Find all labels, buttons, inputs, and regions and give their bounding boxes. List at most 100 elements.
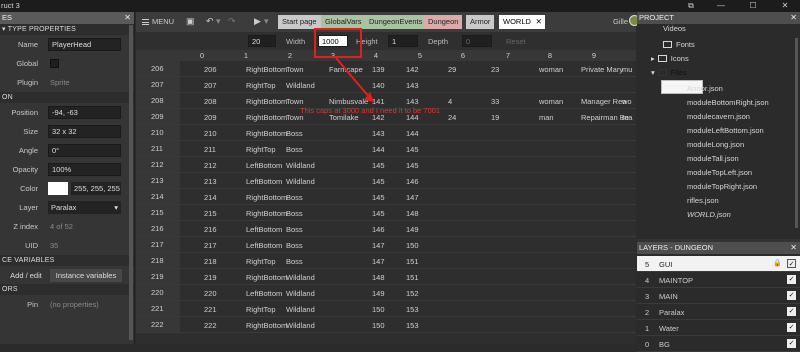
position-field[interactable]: -94, -63 — [48, 106, 121, 119]
table-cell[interactable]: Wildland — [286, 273, 315, 282]
table-cell[interactable]: Wildland — [286, 321, 315, 330]
scrollbar[interactable] — [795, 38, 798, 228]
expand-arrow-icon[interactable]: ▸ — [651, 54, 655, 63]
tree-item-file[interactable]: rifles.json — [687, 194, 719, 208]
table-cell[interactable]: 4 — [448, 97, 452, 106]
table-cell[interactable]: Manager Rea — [581, 97, 626, 106]
table-cell[interactable]: RightBottom — [246, 273, 287, 282]
table-cell[interactable]: Boss — [286, 145, 303, 154]
table-cell[interactable]: 141 — [372, 97, 385, 106]
layer-visible-checkbox[interactable]: ✓ — [787, 291, 796, 300]
undo-dropdown-icon[interactable]: ▾ — [216, 16, 221, 27]
table-cell[interactable]: 150 — [406, 241, 419, 250]
table-cell[interactable]: Boss — [286, 241, 303, 250]
table-cell[interactable]: 153 — [406, 305, 419, 314]
color-field[interactable]: 255, 255, 255 — [71, 182, 121, 195]
tree-item-icons[interactable]: ▸ Icons — [651, 52, 689, 66]
table-cell[interactable]: Town — [286, 65, 304, 74]
restore-panels-icon[interactable]: ⧉ — [680, 0, 702, 12]
table-cell[interactable]: Boss — [286, 225, 303, 234]
table-cell[interactable]: Farmcape — [329, 65, 363, 74]
layer-visible-checkbox[interactable]: ✓ — [787, 323, 796, 332]
table-cell[interactable]: RightBottom — [246, 321, 287, 330]
table-cell[interactable]: 213 — [204, 177, 217, 186]
table-cell[interactable]: RightBottom — [246, 97, 287, 106]
table-cell[interactable]: 143 — [372, 129, 385, 138]
tab-armor[interactable]: Armor — [466, 15, 495, 29]
tree-item-file[interactable]: moduleTall.json — [687, 152, 739, 166]
layer-visible-checkbox[interactable]: ✓ — [787, 259, 796, 268]
table-cell[interactable]: 145 — [372, 209, 385, 218]
table-cell[interactable]: LeftBottom — [246, 225, 282, 234]
tree-item-file[interactable]: moduleTopLeft.json — [687, 166, 752, 180]
table-cell[interactable]: 152 — [406, 289, 419, 298]
tab-world[interactable]: WORLD ✕ — [499, 15, 545, 29]
table-cell[interactable]: RightBottom — [246, 193, 287, 202]
table-cell[interactable]: 210 — [204, 129, 217, 138]
size-field[interactable]: 32 x 32 — [48, 125, 121, 138]
table-cell[interactable]: Town — [286, 97, 304, 106]
table-cell[interactable]: 147 — [372, 241, 385, 250]
layer-row[interactable]: 0 BG ✓ — [637, 336, 800, 352]
tree-item-files[interactable]: ▾ Files — [651, 66, 687, 80]
table-cell[interactable]: Boss — [286, 257, 303, 266]
table-cell[interactable]: 206 — [204, 65, 217, 74]
table-cell[interactable]: Boss — [286, 193, 303, 202]
tree-item-file[interactable]: moduleLeftBottom.json — [687, 124, 764, 138]
layer-visible-checkbox[interactable]: ✓ — [787, 307, 796, 316]
tab-dungeon[interactable]: Dungeon — [424, 15, 463, 29]
table-cell[interactable]: 145 — [372, 177, 385, 186]
table-cell[interactable]: 221 — [204, 305, 217, 314]
user-name[interactable]: Gille — [613, 17, 628, 26]
close-tab-icon[interactable]: ✕ — [536, 15, 542, 29]
table-cell[interactable]: 153 — [406, 321, 419, 330]
table-cell[interactable]: Nimbusvale — [329, 97, 368, 106]
table-cell[interactable]: ma — [622, 113, 632, 122]
redo-icon[interactable]: ↷ — [228, 16, 236, 27]
maximize-icon[interactable]: ☐ — [742, 0, 764, 12]
table-cell[interactable]: 140 — [372, 81, 385, 90]
tree-item-file[interactable]: moduleLong.json — [687, 138, 744, 152]
height-field[interactable]: 1 — [388, 35, 418, 47]
table-cell[interactable]: 24 — [448, 113, 456, 122]
table-cell[interactable]: RightBottom — [246, 129, 287, 138]
section-instance[interactable]: ON — [0, 92, 134, 103]
table-cell[interactable]: RightBottom — [246, 209, 287, 218]
table-cell[interactable]: 146 — [406, 177, 419, 186]
table-cell[interactable]: woman — [539, 97, 563, 106]
table-cell[interactable]: 147 — [372, 257, 385, 266]
lock-icon[interactable]: 🔒 — [773, 259, 782, 267]
table-cell[interactable]: 146 — [372, 225, 385, 234]
tab-dungeonevents[interactable]: DungeonEvents — [365, 15, 427, 29]
table-cell[interactable]: 150 — [372, 321, 385, 330]
table-cell[interactable]: man — [539, 113, 554, 122]
section-behaviors[interactable]: ORS — [0, 284, 134, 295]
table-cell[interactable]: Wildland — [286, 289, 315, 298]
table-cell[interactable]: RightTop — [246, 305, 276, 314]
play-dropdown-icon[interactable]: ▾ — [264, 16, 269, 27]
tree-item-fonts[interactable]: Fonts — [663, 38, 695, 52]
table-cell[interactable]: woman — [539, 65, 563, 74]
table-cell[interactable]: 144 — [372, 145, 385, 154]
table-cell[interactable]: 144 — [406, 129, 419, 138]
name-field[interactable]: PlayerHead — [48, 38, 121, 51]
table-cell[interactable]: LeftBottom — [246, 177, 282, 186]
table-cell[interactable]: 215 — [204, 209, 217, 218]
table-cell[interactable]: LeftBottom — [246, 289, 282, 298]
layer-row[interactable]: 5 GUI ✓ 🔒 — [637, 256, 800, 272]
layer-row[interactable]: 3 MAIN ✓ — [637, 288, 800, 304]
scrollbar[interactable] — [129, 25, 133, 340]
section-type-properties[interactable]: ▾ TYPE PROPERTIES — [0, 24, 134, 35]
table-cell[interactable]: 145 — [406, 145, 419, 154]
undo-icon[interactable]: ↶ — [206, 16, 214, 27]
table-cell[interactable]: Wildland — [286, 305, 315, 314]
table-cell[interactable]: 148 — [372, 273, 385, 282]
table-cell[interactable]: 148 — [406, 209, 419, 218]
angle-field[interactable]: 0° — [48, 144, 121, 157]
table-cell[interactable]: 145 — [372, 193, 385, 202]
table-cell[interactable]: 222 — [204, 321, 217, 330]
table-cell[interactable]: RightBottom — [246, 113, 287, 122]
table-cell[interactable]: 145 — [406, 161, 419, 170]
table-cell[interactable]: Private Mary — [581, 65, 623, 74]
table-cell[interactable]: 142 — [406, 65, 419, 74]
